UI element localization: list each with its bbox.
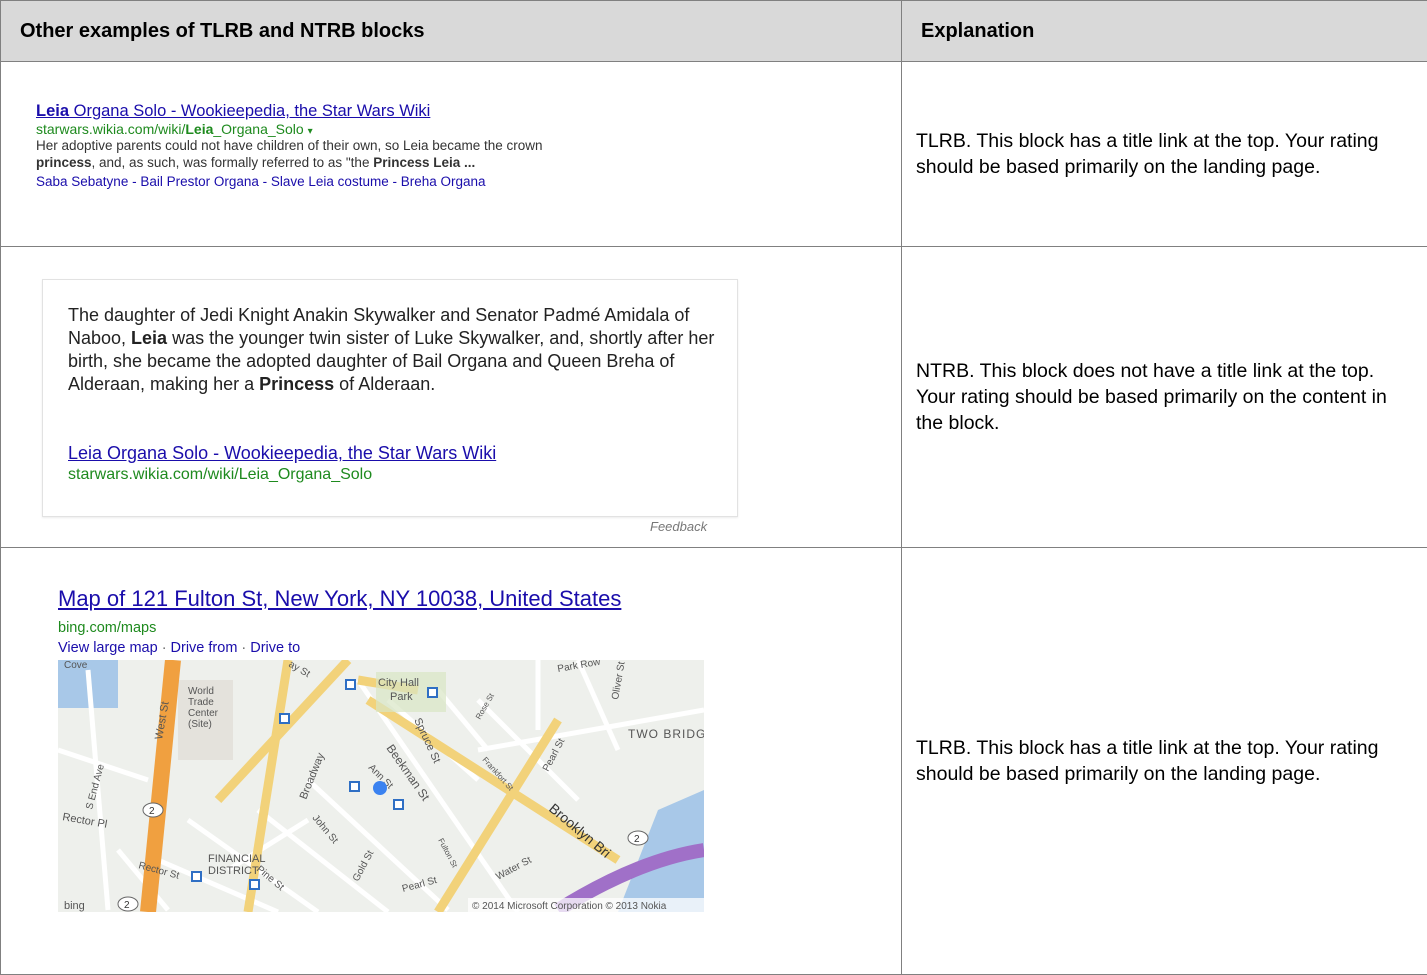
map-label-oliver: Oliver St: [610, 661, 628, 701]
header-explanation: Explanation: [902, 1, 1427, 62]
map-label-murray: ay St: [287, 660, 312, 680]
answer-source-url: starwars.wikia.com/wiki/Leia_Organa_Solo: [68, 466, 372, 484]
explanation-2: NTRB. This block does not have a title l…: [902, 247, 1427, 548]
sublink[interactable]: Breha Organa: [401, 174, 486, 189]
subway-station-icon: [428, 688, 437, 697]
subway-station-icon: [394, 800, 403, 809]
map-label-brooklyn: Brooklyn Bri: [546, 800, 614, 861]
answer-source-link[interactable]: Leia Organa Solo - Wookieepedia, the Sta…: [68, 443, 496, 464]
drive-to-link[interactable]: Drive to: [250, 640, 300, 656]
result-snippet: Her adoptive parents could not have chil…: [36, 137, 736, 171]
map-copyright: © 2014 Microsoft Corporation © 2013 Noki…: [472, 901, 667, 912]
svg-text:2: 2: [149, 806, 155, 817]
map-links: View large map·Drive from·Drive to: [58, 640, 300, 656]
route-2-shield-icon: 2: [118, 897, 138, 911]
subway-station-icon: [346, 680, 355, 689]
map-label-park-row: Park Row: [557, 660, 602, 675]
map-label-pearl-2: Pearl St: [401, 875, 438, 895]
example-cell-2: The daughter of Jedi Knight Anakin Skywa…: [1, 247, 902, 548]
map-label-wtc-2: Trade: [188, 697, 214, 708]
view-large-map-link[interactable]: View large map: [58, 640, 158, 656]
sublink[interactable]: Saba Sebatyne: [36, 174, 128, 189]
map-label-gold: Gold St: [351, 849, 376, 884]
subway-station-icon: [350, 782, 359, 791]
map-label-two-bridges: TWO BRIDG: [628, 727, 704, 741]
map-label-wtc-1: World: [188, 686, 214, 697]
map-label-wtc-4: (Site): [188, 719, 212, 730]
header-examples: Other examples of TLRB and NTRB blocks: [1, 1, 902, 62]
svg-text:2: 2: [634, 834, 640, 845]
map-title-link[interactable]: Map of 121 Fulton St, New York, NY 10038…: [58, 586, 621, 612]
answer-card-ntrb: The daughter of Jedi Knight Anakin Skywa…: [42, 279, 738, 517]
search-result-tlrb: Leia Organa Solo - Wookieepedia, the Sta…: [36, 102, 736, 189]
map-url: bing.com/maps: [58, 620, 156, 636]
subway-station-icon: [250, 880, 259, 889]
map-label-john: John St: [310, 813, 340, 846]
example-cell-3: Map of 121 Fulton St, New York, NY 10038…: [1, 548, 902, 975]
drive-from-link[interactable]: Drive from: [171, 640, 238, 656]
location-pin-icon[interactable]: [373, 781, 387, 795]
sublink[interactable]: Bail Prestor Organa: [140, 174, 259, 189]
result-title-link[interactable]: Leia Organa Solo - Wookieepedia, the Sta…: [36, 102, 736, 121]
svg-text:2: 2: [124, 900, 130, 911]
explanation-1: TLRB. This block has a title link at the…: [902, 62, 1427, 247]
feedback-link[interactable]: Feedback: [650, 519, 707, 534]
result-url: starwars.wikia.com/wiki/Leia_Organa_Solo…: [36, 121, 736, 137]
map-label-park: Park: [390, 691, 413, 703]
map-image[interactable]: Cove World Trade Center (Site) City Hall…: [58, 660, 704, 912]
explanation-3: TLRB. This block has a title link at the…: [902, 548, 1427, 975]
answer-text: The daughter of Jedi Knight Anakin Skywa…: [68, 304, 728, 396]
examples-table: Other examples of TLRB and NTRB blocks E…: [0, 0, 1427, 975]
map-label-financial: FINANCIAL: [208, 853, 265, 865]
bing-logo: bing: [64, 900, 85, 912]
map-label-cove: Cove: [64, 660, 88, 671]
subway-station-icon: [192, 872, 201, 881]
url-dropdown-icon[interactable]: ▾: [308, 126, 313, 137]
subway-station-icon: [280, 714, 289, 723]
map-label-city-hall: City Hall: [378, 677, 419, 689]
route-2-shield-icon: 2: [628, 831, 648, 845]
map-label-wtc-3: Center: [188, 708, 219, 719]
map-label-water: Water St: [494, 855, 533, 883]
sublink[interactable]: Slave Leia costume: [271, 174, 389, 189]
result-sublinks: Saba Sebatyne - Bail Prestor Organa - Sl…: [36, 174, 736, 189]
map-label-district: DISTRICT: [208, 865, 259, 877]
route-2-shield-icon: 2: [143, 803, 163, 817]
map-label-fulton: Fulton St: [436, 837, 459, 870]
map-label-s-end: S End Ave: [84, 763, 107, 811]
example-cell-1: Leia Organa Solo - Wookieepedia, the Sta…: [1, 62, 902, 247]
